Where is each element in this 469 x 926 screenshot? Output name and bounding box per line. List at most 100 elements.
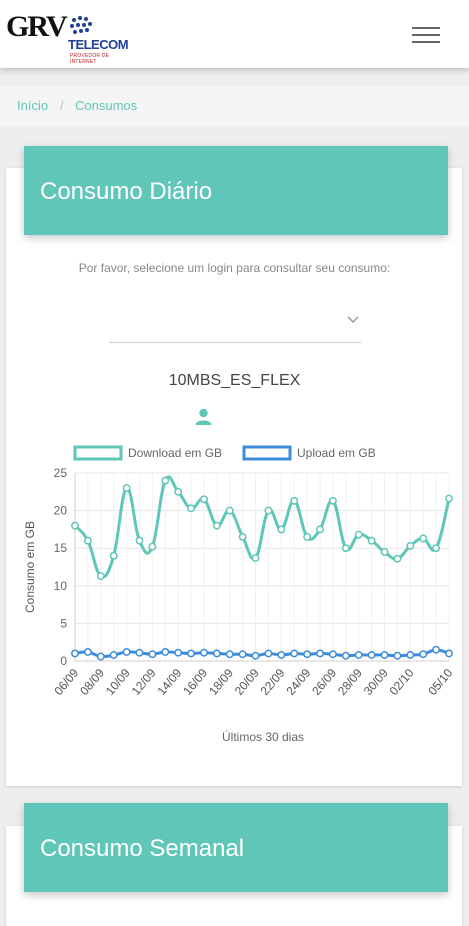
data-point-upload	[187, 649, 196, 658]
data-point-upload	[380, 651, 389, 659]
data-point-download	[393, 554, 402, 563]
data-point-upload	[367, 651, 376, 659]
data-point-upload	[71, 649, 79, 658]
data-point-upload	[290, 649, 299, 658]
data-point-download	[187, 504, 196, 513]
hamburger-menu-button[interactable]	[412, 25, 442, 45]
x-tick-label: 30/09	[361, 666, 391, 698]
y-tick-label: 0	[60, 654, 67, 668]
data-point-download	[238, 532, 247, 541]
data-point-upload	[445, 649, 453, 658]
data-point-download	[290, 496, 299, 505]
x-tick-label: 26/09	[309, 666, 339, 698]
x-tick-label: 10/09	[103, 666, 133, 698]
top-navbar: GRV TELECOM PROVEDOR DE INTERNET	[0, 0, 469, 68]
x-tick-label: 20/09	[232, 666, 262, 698]
data-point-upload	[96, 652, 105, 661]
legend-label-download: Download em GB	[128, 446, 222, 460]
data-point-upload	[238, 650, 247, 659]
y-tick-label: 15	[54, 541, 68, 555]
data-point-download	[277, 525, 286, 534]
data-point-download	[328, 496, 337, 505]
data-point-upload	[225, 650, 234, 659]
data-point-download	[367, 536, 376, 545]
y-tick-label: 20	[54, 504, 68, 518]
daily-card-title: Consumo Diário	[40, 178, 213, 205]
brand-logo[interactable]: GRV TELECOM PROVEDOR DE INTERNET	[2, 4, 136, 65]
daily-consumption-chart: 0 5 10 15 20 25 Consumo em GB 06/0908/0910/0912…	[23, 445, 456, 698]
data-point-upload	[277, 651, 286, 659]
login-select-prompt: Por favor, selecione um login para consu…	[78, 261, 391, 275]
data-point-download	[83, 536, 92, 545]
data-point-upload	[354, 651, 363, 659]
data-point-upload	[135, 648, 144, 657]
login-select[interactable]	[109, 306, 361, 343]
x-tick-label: 08/09	[77, 666, 107, 698]
data-point-upload	[109, 651, 118, 659]
data-point-download	[71, 521, 79, 530]
data-point-download	[161, 476, 170, 485]
y-axis-title: Consumo em GB	[23, 521, 37, 613]
breadcrumb-link-inicio[interactable]: Início	[17, 86, 48, 126]
legend-swatch-upload	[242, 445, 292, 461]
x-tick-label: 24/09	[283, 666, 313, 698]
data-point-download	[96, 572, 105, 580]
data-point-upload	[264, 649, 273, 658]
data-point-upload	[161, 648, 170, 656]
data-point-download	[406, 541, 415, 550]
data-point-download	[109, 551, 118, 560]
chart-x-axis-label: Últimos 30 dias	[221, 730, 305, 744]
user-icon	[195, 408, 212, 425]
data-point-upload	[406, 651, 415, 659]
globe-icon	[70, 16, 92, 34]
data-point-upload	[432, 645, 441, 654]
y-tick-label: 10	[54, 579, 68, 593]
data-point-download	[148, 542, 157, 551]
x-tick-label: 02/10	[387, 666, 417, 698]
data-point-download	[251, 554, 260, 562]
data-point-download	[212, 521, 221, 530]
data-point-upload	[251, 651, 260, 660]
data-point-upload	[393, 651, 402, 660]
data-point-download	[341, 544, 350, 553]
data-point-upload	[174, 648, 183, 657]
x-tick-label: 14/09	[154, 666, 184, 698]
data-point-download	[432, 544, 441, 553]
data-point-download	[445, 494, 453, 503]
weekly-card-header: Consumo Semanal	[24, 803, 448, 892]
data-point-download	[122, 484, 131, 492]
breadcrumb-link-consumos[interactable]: Consumos	[75, 86, 137, 126]
x-tick-label: 28/09	[335, 666, 365, 698]
data-point-download	[174, 487, 183, 496]
data-point-download	[380, 548, 389, 556]
x-tick-label: 06/09	[51, 666, 81, 698]
breadcrumb: Início / Consumos	[0, 86, 469, 126]
logo-text-telecom: TELECOM	[68, 37, 129, 52]
weekly-card-title: Consumo Semanal	[40, 835, 245, 862]
data-point-download	[264, 506, 273, 515]
y-tick-label: 5	[60, 616, 67, 630]
data-point-upload	[83, 648, 92, 656]
data-point-upload	[212, 649, 221, 658]
data-point-upload	[148, 650, 157, 659]
login-name: 10MBS_ES_FLEX	[168, 372, 301, 389]
daily-card-header: Consumo Diário	[24, 146, 448, 235]
data-point-upload	[200, 648, 208, 657]
legend-label-upload: Upload em GB	[297, 446, 376, 460]
logo-text-main: GRV	[6, 10, 68, 43]
chevron-down-icon	[347, 316, 359, 324]
data-point-upload	[303, 650, 312, 659]
data-point-download	[200, 495, 208, 504]
legend-swatch-download	[73, 445, 123, 461]
data-point-download	[419, 534, 428, 543]
series-line-upload	[74, 648, 450, 659]
x-tick-label: 12/09	[129, 666, 159, 698]
x-tick-label: 18/09	[206, 666, 236, 698]
data-point-upload	[316, 649, 324, 658]
data-point-download	[225, 506, 234, 515]
data-point-upload	[341, 651, 350, 660]
y-tick-label: 25	[54, 466, 68, 480]
breadcrumb-separator: /	[60, 98, 64, 113]
x-tick-label: 05/10	[425, 666, 455, 698]
x-tick-label: 22/09	[258, 666, 288, 698]
